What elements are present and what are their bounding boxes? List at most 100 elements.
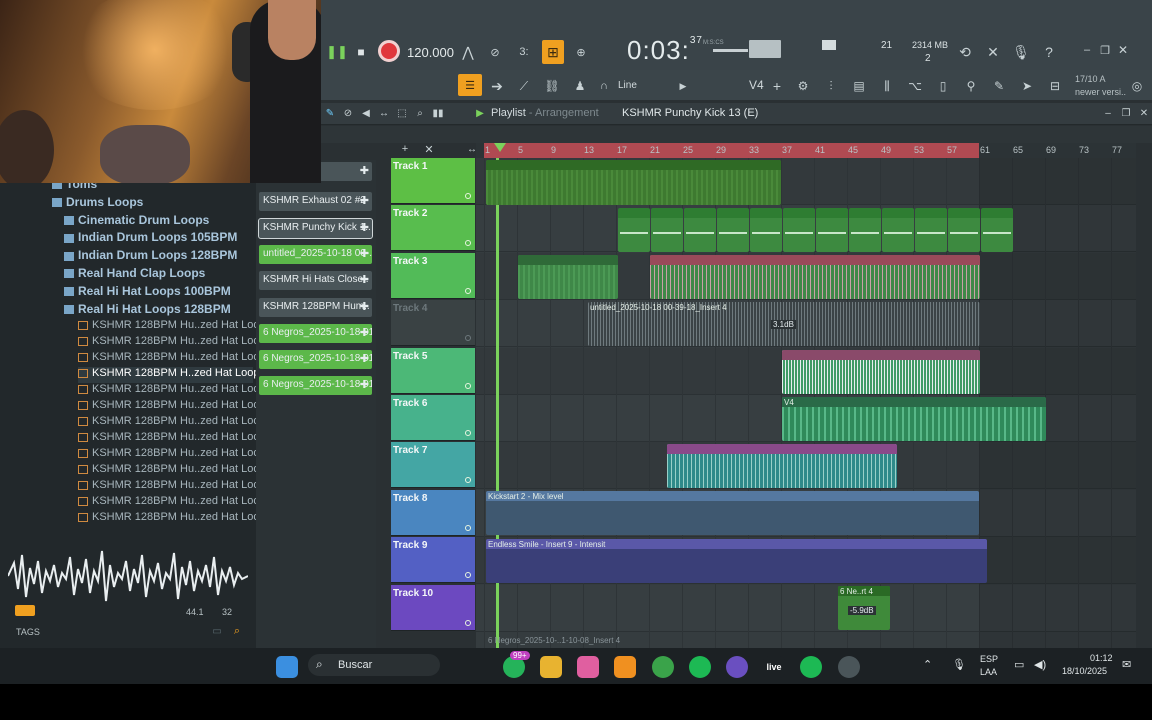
globe-icon[interactable]: ◎ [1129, 78, 1145, 94]
pattern-options-icon[interactable]: ✚ [360, 300, 369, 313]
settings-app-icon[interactable] [838, 656, 860, 678]
pattern-options-icon[interactable]: ✚ [360, 221, 369, 234]
pattern-item[interactable]: KSHMR Punchy Kick 1.. ✚ [258, 217, 373, 239]
pattern-selector[interactable]: V4 [749, 78, 764, 92]
network-icon[interactable]: ▭ [1014, 658, 1024, 671]
channel-rack-icon[interactable]: ⫶ [821, 76, 841, 96]
track-mute-led[interactable] [465, 287, 471, 294]
pattern-item[interactable]: 6 Negros_2025-10-18 01.. ✚ [259, 323, 372, 343]
clip-track2[interactable] [915, 208, 947, 252]
browser-folder-item[interactable]: Real Hi Hat Loops 128BPM [64, 302, 231, 318]
pattern-options-icon[interactable]: ✚ [360, 378, 369, 391]
tag-folder-icon[interactable]: ▭ [210, 624, 224, 638]
clip-track2[interactable] [750, 208, 782, 252]
remove-track-icon[interactable]: ✕ [422, 142, 436, 156]
track-mute-led[interactable] [465, 240, 471, 247]
clip-track1[interactable] [486, 160, 781, 205]
clip-track9[interactable]: Endless Smile - Insert 9 - Intensit [486, 539, 987, 583]
clip-track3b[interactable] [650, 255, 980, 299]
pattern-options-icon[interactable]: ✚ [360, 326, 369, 339]
track-header[interactable]: Track 10 [391, 584, 475, 631]
clip-track4[interactable]: untitled_2025-10-18 00-39-18_Insert 4 3.1… [588, 302, 980, 346]
notification-icon[interactable]: ✉ [1122, 658, 1131, 671]
track-mute-led[interactable] [465, 193, 471, 199]
taskbar-search[interactable]: ⌕ Buscar [308, 654, 440, 676]
tag-search-icon[interactable]: ⌕ [230, 624, 244, 638]
track-mute-led[interactable] [465, 382, 471, 389]
song-time-display[interactable]: 0:03:37 [627, 35, 703, 66]
track-mute-led[interactable] [465, 477, 471, 484]
track-header[interactable]: Track 1 [391, 158, 475, 204]
clip-track2[interactable] [981, 208, 1013, 252]
magnet-icon[interactable]: ∩ [597, 78, 611, 94]
browser-folder-item[interactable]: Indian Drum Loops 105BPM [64, 230, 237, 246]
browser-file-item[interactable]: KSHMR 128BPM H..zed Hat Loops 04 [78, 367, 280, 384]
pattern-item[interactable]: untitled_2025-10-18 00-.. ✚ [259, 244, 372, 264]
cart-icon[interactable]: ⊟ [1045, 76, 1065, 96]
stamp-icon[interactable]: ♟ [570, 76, 590, 96]
pattern-options-icon[interactable]: ✚ [360, 194, 369, 207]
clip-track2[interactable] [948, 208, 980, 252]
zoom-tool-icon[interactable]: ⌕ [413, 106, 427, 120]
undo-icon[interactable]: ⟲ [955, 42, 975, 62]
add-track-icon[interactable]: + [398, 142, 412, 156]
tray-mic-icon[interactable]: 🎙 [952, 658, 966, 671]
plugin-icon[interactable]: ⚲ [961, 76, 981, 96]
clock-date[interactable]: 18/10/2025 [1062, 666, 1107, 676]
tools-icon[interactable]: ✕ [983, 42, 1003, 62]
mixer-icon[interactable]: ⚙ [793, 76, 813, 96]
track-header[interactable]: Track 7 [391, 442, 475, 489]
playlist-button[interactable]: ☰ [458, 74, 482, 96]
track-mute-led[interactable] [465, 572, 471, 579]
windows-start-icon[interactable] [276, 656, 298, 678]
pattern-item[interactable]: 6 Negros_2025-10-18 01.. ✚ [259, 376, 372, 396]
clip-track7[interactable] [667, 444, 897, 488]
mute-tool-icon[interactable]: ⊘ [341, 106, 355, 120]
clip-track2[interactable] [684, 208, 716, 252]
track-header[interactable]: Track 5 [391, 347, 475, 394]
browser-folder-item[interactable]: Real Hi Hat Loops 100BPM [64, 284, 231, 300]
tempo-display[interactable]: 120.000 [407, 45, 454, 60]
browser-tree-icon[interactable]: ⌥ [905, 76, 925, 96]
browser-folder-item[interactable]: Real Hand Clap Loops [64, 266, 205, 282]
preview-play-icon[interactable] [15, 605, 35, 616]
brush-icon[interactable]: ⟋ [514, 76, 534, 96]
track-mute-led[interactable] [465, 619, 471, 626]
play-button[interactable]: ❚❚ [326, 42, 348, 62]
clip-track5[interactable] [782, 350, 980, 394]
piano-roll-icon[interactable]: ▤ [849, 76, 869, 96]
clip-track2[interactable] [783, 208, 815, 252]
clip-track2[interactable] [816, 208, 848, 252]
send-icon[interactable]: ➤ [1017, 76, 1037, 96]
mixer-faders-icon[interactable]: ⫼ [877, 76, 897, 96]
pattern-item[interactable]: KSHMR 128BPM Hum.. ✚ [259, 297, 372, 317]
pattern-picker[interactable] [822, 40, 836, 50]
news-line-2[interactable]: newer versi.. [1075, 87, 1126, 97]
stop-button[interactable]: ■ [351, 42, 371, 62]
playlist-play-icon[interactable]: ▶ [473, 106, 487, 120]
pattern-options-icon[interactable]: ✚ [360, 273, 369, 286]
clip-track3a[interactable] [518, 255, 618, 299]
tray-chevron-icon[interactable]: ⌃ [923, 658, 932, 671]
playlist-close-icon[interactable]: ✕ [1137, 106, 1151, 120]
pattern-options-icon[interactable]: ✚ [360, 164, 369, 177]
track-header[interactable]: Track 9 [391, 537, 475, 584]
track-header[interactable]: Track 6 [391, 395, 475, 441]
browser-folder-item[interactable]: Drums Loops [52, 195, 143, 211]
clock-time[interactable]: 01:12 [1090, 653, 1113, 663]
draw-tool-icon[interactable]: ✎ [323, 106, 337, 120]
pattern-next-icon[interactable]: ▶ [676, 78, 690, 94]
track-mute-led[interactable] [465, 524, 471, 531]
minimize-icon[interactable]: – [1079, 42, 1095, 58]
loop-record-button[interactable]: ⊞ [542, 40, 564, 64]
spotify-icon[interactable] [689, 656, 711, 678]
clip-track10[interactable]: 6 Ne..rt 4 -5.9dB [838, 586, 890, 630]
arrangement-grid[interactable]: untitled_2025-10-18 00-39-18_Insert 4 3.1… [476, 158, 1136, 648]
wait-input-icon[interactable]: ⊘ [484, 42, 506, 62]
step-edit-icon[interactable]: ⊕ [570, 42, 592, 62]
help-icon[interactable]: ? [1039, 42, 1059, 62]
waveform-preview[interactable] [7, 543, 249, 609]
restore-icon[interactable]: ❐ [1097, 42, 1113, 58]
playlist-minimize-icon[interactable]: – [1101, 106, 1115, 120]
clip-track2[interactable] [717, 208, 749, 252]
